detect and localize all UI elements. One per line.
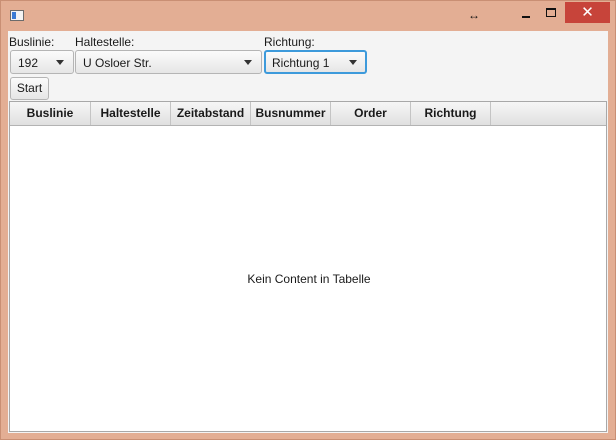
haltestelle-combobox[interactable]: U Osloer Str. (75, 50, 262, 74)
column-header-buslinie[interactable]: Buslinie (10, 102, 91, 125)
title-bar[interactable]: ↔ ✕ (1, 1, 615, 31)
column-header-order[interactable]: Order (331, 102, 411, 125)
column-header-haltestelle[interactable]: Haltestelle (91, 102, 171, 125)
resize-arrows-icon: ↔ (468, 8, 480, 22)
column-header-busnummer[interactable]: Busnummer (251, 102, 331, 125)
buslinie-label: Buslinie: (9, 35, 55, 49)
richtung-combobox[interactable]: Richtung 1 (264, 50, 367, 74)
table-empty-placeholder: Kein Content in Tabelle (247, 272, 371, 286)
results-table[interactable]: Buslinie Haltestelle Zeitabstand Busnumm… (9, 101, 607, 432)
chevron-down-icon (244, 60, 252, 65)
column-header-zeitabstand[interactable]: Zeitabstand (171, 102, 251, 125)
maximize-button[interactable] (536, 2, 566, 24)
haltestelle-value: U Osloer Str. (83, 56, 152, 70)
richtung-value: Richtung 1 (272, 56, 330, 70)
app-window: ↔ ✕ Buslinie: 192 Haltestelle: U Osloer … (0, 0, 616, 440)
haltestelle-label: Haltestelle: (75, 35, 135, 49)
column-header-richtung[interactable]: Richtung (411, 102, 491, 125)
table-header: Buslinie Haltestelle Zeitabstand Busnumm… (10, 102, 606, 126)
buslinie-combobox[interactable]: 192 (10, 50, 74, 74)
chevron-down-icon (349, 60, 357, 65)
richtung-label: Richtung: (264, 35, 315, 49)
start-button[interactable]: Start (10, 77, 49, 100)
app-icon[interactable] (10, 10, 24, 21)
main-content: Buslinie: 192 Haltestelle: U Osloer Str.… (8, 31, 608, 433)
chevron-down-icon (56, 60, 64, 65)
buslinie-value: 192 (18, 56, 39, 70)
close-button[interactable]: ✕ (565, 2, 610, 23)
